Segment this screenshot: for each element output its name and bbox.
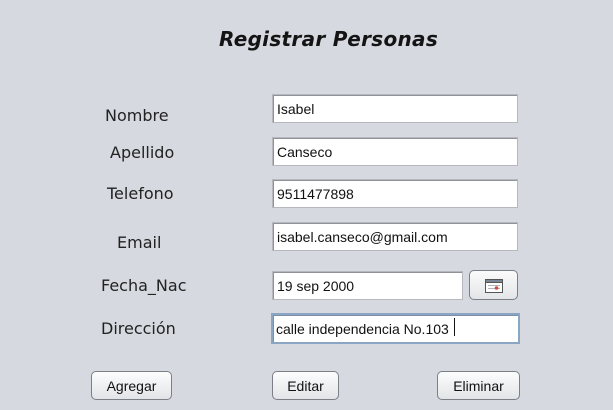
fecha-nac-label: Fecha_Nac bbox=[101, 276, 187, 295]
text-caret bbox=[454, 318, 455, 336]
email-field[interactable] bbox=[272, 222, 518, 251]
add-button[interactable]: Agregar bbox=[91, 371, 172, 400]
direccion-field[interactable] bbox=[271, 313, 520, 344]
apellido-label: Apellido bbox=[110, 143, 175, 162]
calendar-icon bbox=[484, 278, 503, 293]
date-picker-button[interactable] bbox=[469, 270, 518, 300]
delete-button[interactable]: Eliminar bbox=[437, 371, 520, 400]
direccion-label: Dirección bbox=[101, 319, 176, 338]
nombre-field[interactable] bbox=[272, 94, 518, 123]
nombre-label: Nombre bbox=[105, 106, 169, 125]
form-title: Registrar Personas bbox=[219, 27, 439, 51]
apellido-field[interactable] bbox=[272, 137, 518, 166]
email-label: Email bbox=[117, 233, 162, 252]
telefono-field[interactable] bbox=[272, 179, 518, 208]
telefono-label: Telefono bbox=[107, 184, 174, 203]
edit-button[interactable]: Editar bbox=[272, 371, 339, 400]
fecha-nac-field[interactable] bbox=[272, 271, 463, 300]
